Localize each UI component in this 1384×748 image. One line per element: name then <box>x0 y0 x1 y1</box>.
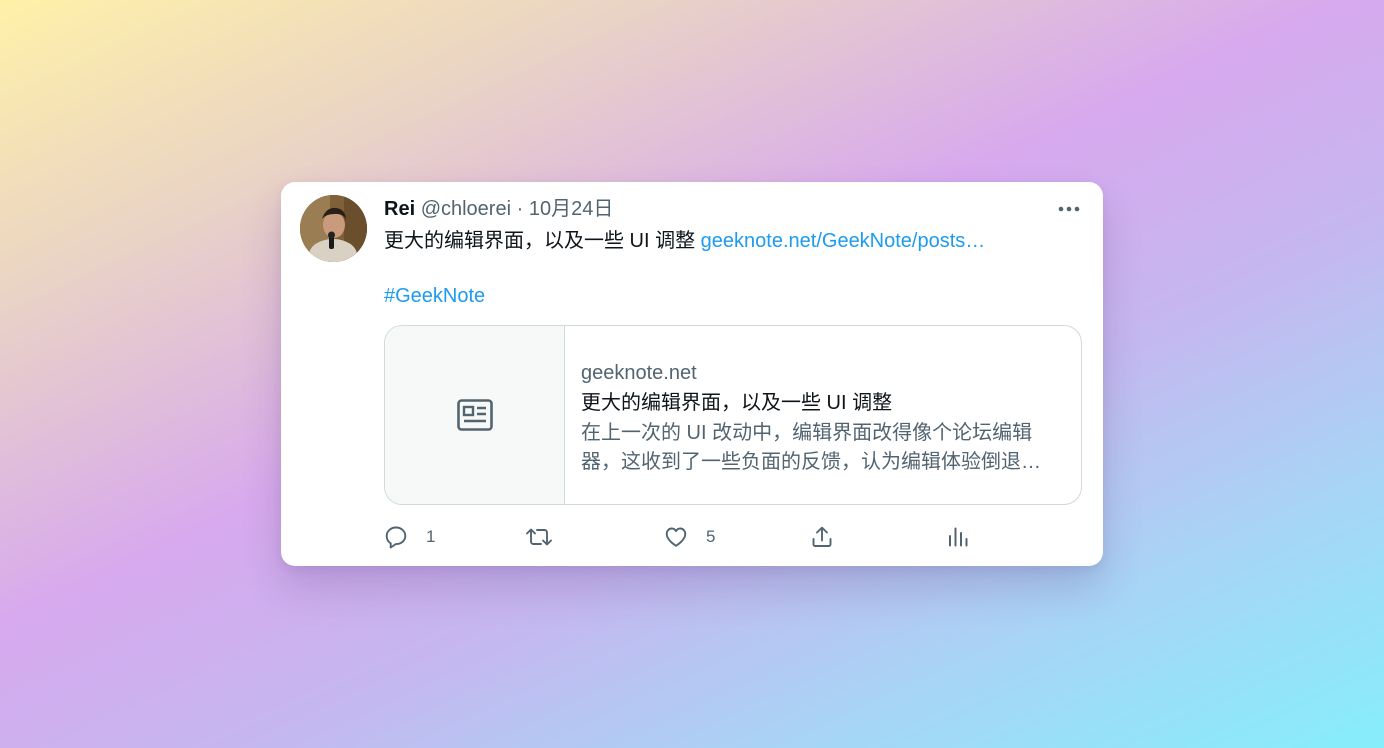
reply-button[interactable]: 1 <box>384 521 435 553</box>
share-icon <box>812 526 832 547</box>
link-card-domain: geeknote.net <box>581 362 697 384</box>
retweet-icon <box>526 528 552 546</box>
share-button[interactable] <box>810 521 834 553</box>
link-card-body: geeknote.net 更大的编辑界面，以及一些 UI 调整 在上一次的 UI… <box>565 326 1081 504</box>
link-preview-card[interactable]: geeknote.net 更大的编辑界面，以及一些 UI 调整 在上一次的 UI… <box>384 325 1082 505</box>
more-icon <box>1058 206 1080 212</box>
link-card-description: 在上一次的 UI 改动中，编辑界面改得像个论坛编辑器，这收到了一些负面的反馈，认… <box>581 422 1041 473</box>
reply-icon <box>385 526 407 549</box>
analytics-icon <box>949 527 968 547</box>
reply-count: 1 <box>426 527 436 546</box>
tweet-card: Rei @chloerei · 10月24日 更大的编辑界面，以及一些 UI 调… <box>281 182 1103 566</box>
tweet-header: Rei @chloerei · 10月24日 <box>384 197 613 221</box>
like-button[interactable]: 5 <box>664 521 715 553</box>
like-count: 5 <box>706 527 716 546</box>
meta-separator: · <box>516 198 524 220</box>
link-thumbnail <box>385 326 565 504</box>
retweet-button[interactable] <box>525 521 571 553</box>
tweet-text: 更大的编辑界面，以及一些 UI 调整 geeknote.net/GeekNote… <box>384 228 985 254</box>
author-handle[interactable]: @chloerei <box>421 198 511 220</box>
tweet-link[interactable]: geeknote.net/GeekNote/posts… <box>701 230 986 252</box>
like-icon <box>665 527 687 547</box>
hashtag-link[interactable]: #GeekNote <box>384 283 485 309</box>
link-card-title: 更大的编辑界面，以及一些 UI 调整 <box>581 392 893 414</box>
avatar[interactable] <box>300 195 367 262</box>
author-name[interactable]: Rei <box>384 198 415 220</box>
tweet-actions: 1 5 <box>384 521 984 553</box>
tweet-body: 更大的编辑界面，以及一些 UI 调整 <box>384 230 701 252</box>
more-options-button[interactable] <box>1055 196 1083 222</box>
analytics-button[interactable] <box>946 521 970 553</box>
tweet-date[interactable]: 10月24日 <box>529 198 614 220</box>
article-icon <box>456 399 493 431</box>
